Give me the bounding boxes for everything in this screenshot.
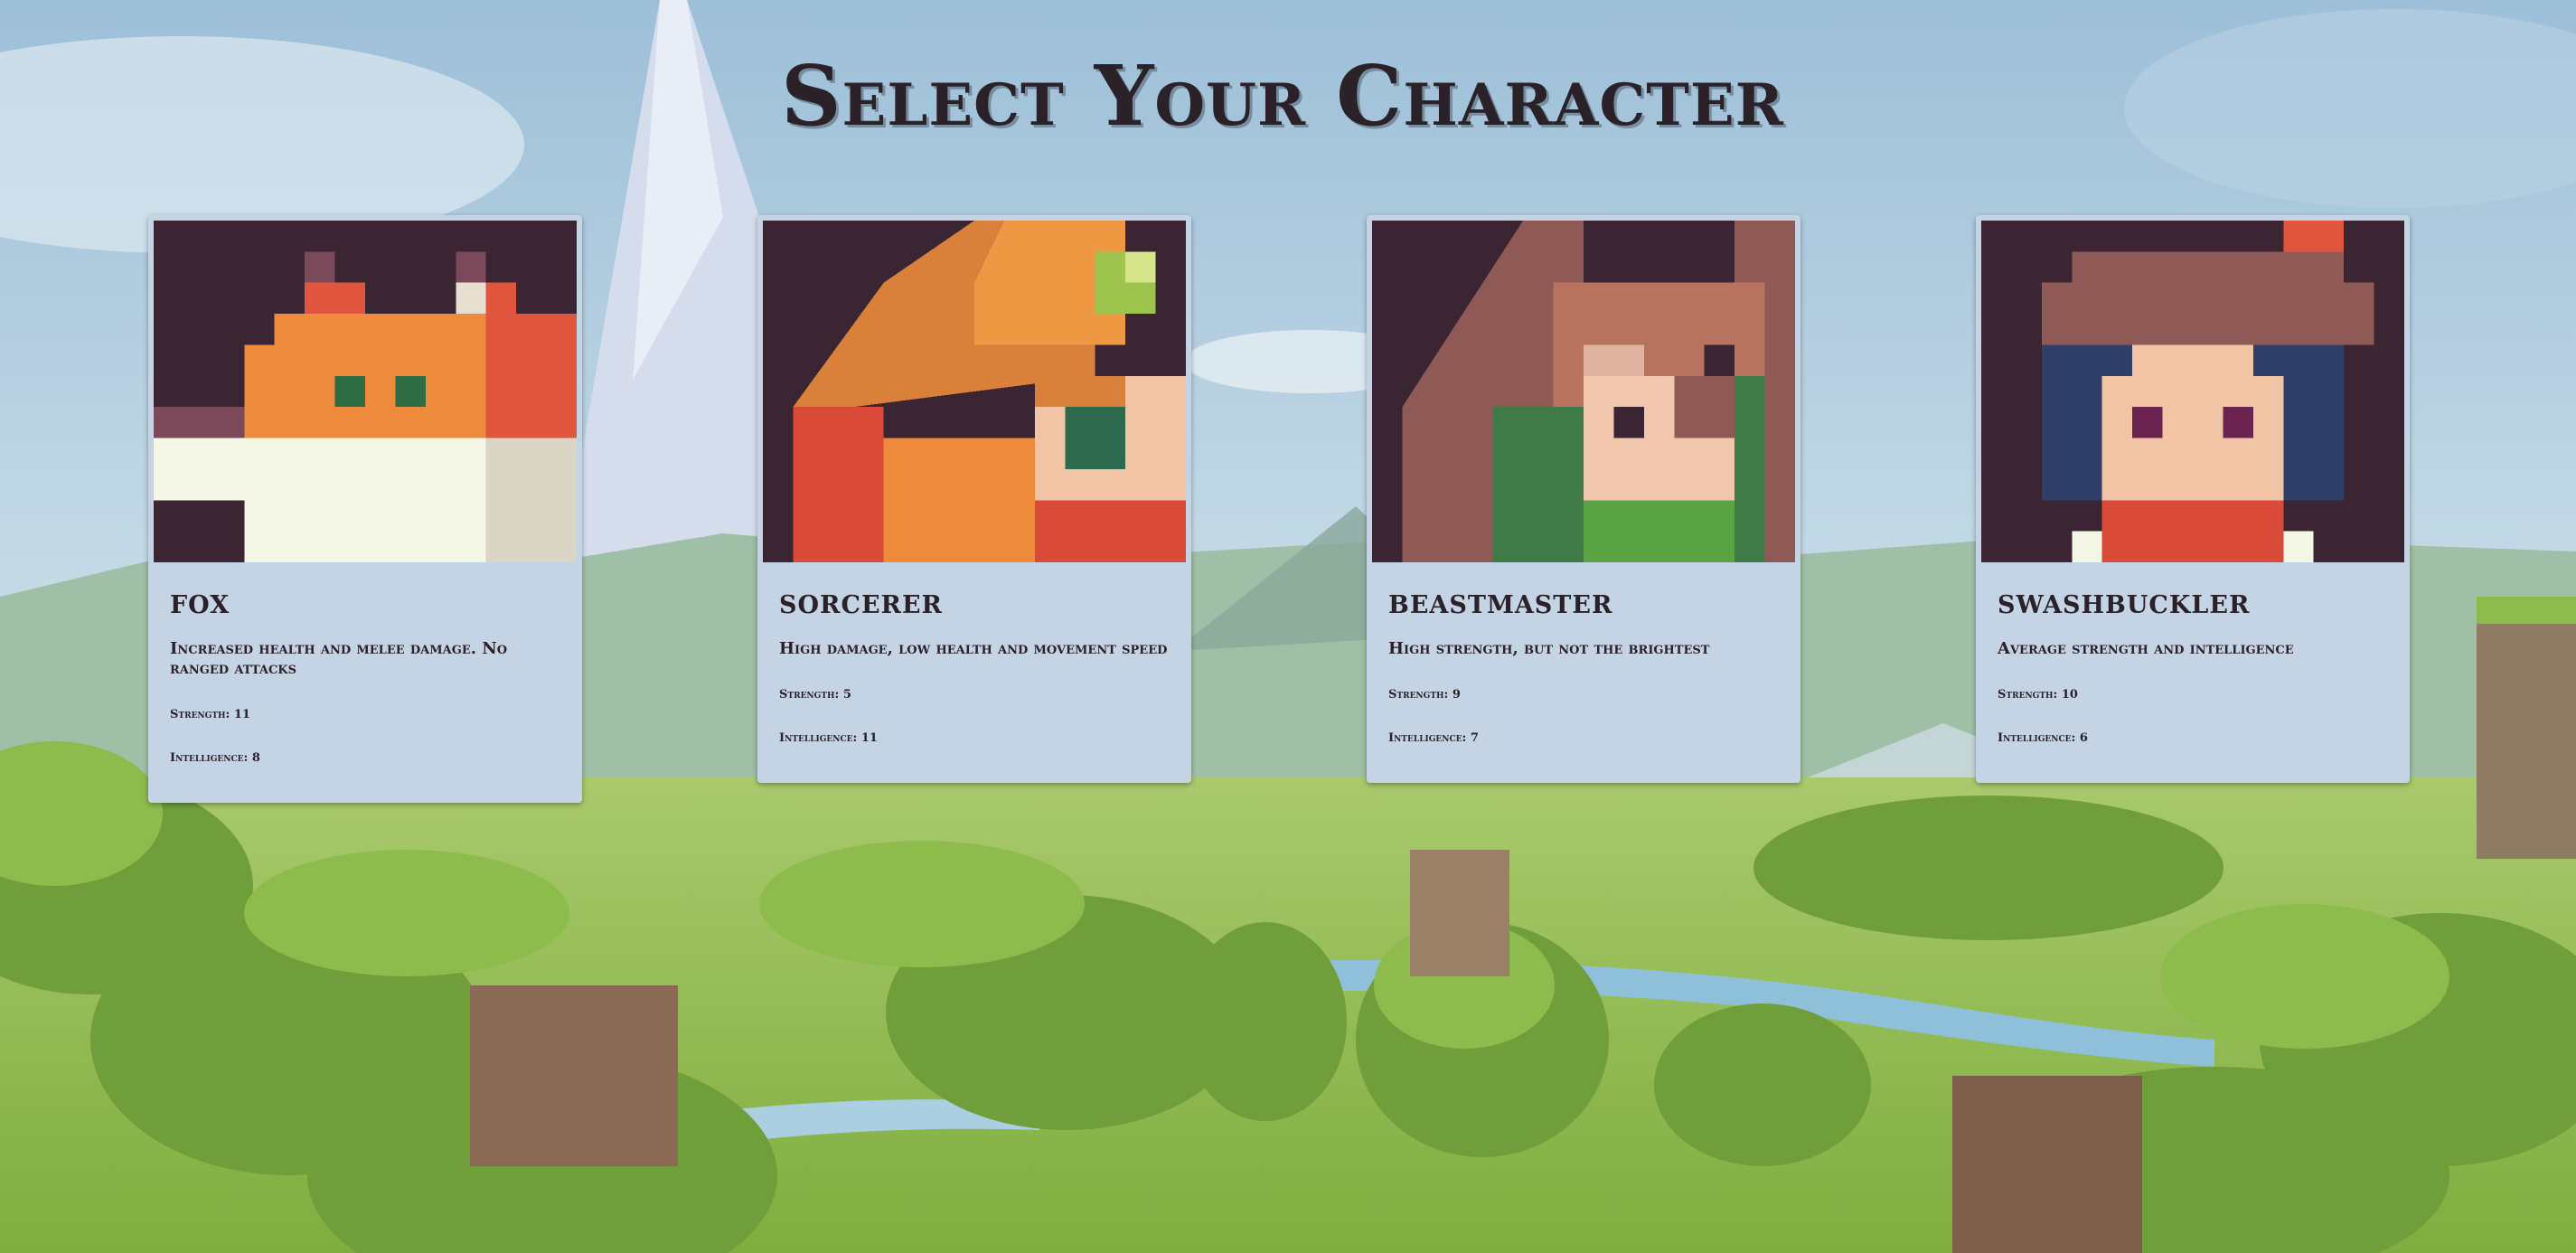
fox-portrait xyxy=(154,221,577,562)
sorcerer-portrait xyxy=(763,221,1186,562)
character-card-fox[interactable]: FOX Increased health and melee damage. N… xyxy=(148,215,582,803)
character-card-sorcerer[interactable]: SORCERER High damage, low health and mov… xyxy=(757,215,1191,783)
strength-stat: Strength: 9 xyxy=(1388,688,1461,702)
page-title: Select Your Character xyxy=(781,47,1784,145)
intelligence-stat: Intelligence: 11 xyxy=(779,731,878,745)
character-name: FOX xyxy=(170,591,230,619)
swashbuckler-portrait xyxy=(1981,221,2404,562)
intelligence-stat: Intelligence: 8 xyxy=(170,751,260,765)
strength-stat: Strength: 11 xyxy=(170,708,250,721)
character-card-beastmaster[interactable]: BEASTMASTER High strength, but not the b… xyxy=(1367,215,1800,783)
character-description: High strength, but not the brightest xyxy=(1388,639,1710,658)
character-name: SORCERER xyxy=(779,591,943,619)
intelligence-stat: Intelligence: 6 xyxy=(1998,731,2088,745)
character-description: High damage, low health and movement spe… xyxy=(779,639,1168,658)
strength-stat: Strength: 10 xyxy=(1998,688,2078,702)
strength-stat: Strength: 5 xyxy=(779,688,851,702)
character-name: SWASHBUCKLER xyxy=(1998,591,2251,619)
character-card-swashbuckler[interactable]: SWASHBUCKLER Average strength and intell… xyxy=(1976,215,2410,783)
intelligence-stat: Intelligence: 7 xyxy=(1388,731,1479,745)
character-name: BEASTMASTER xyxy=(1388,591,1613,619)
character-description: Average strength and intelligence xyxy=(1998,639,2294,658)
character-description: Increased health and melee damage. No ra… xyxy=(170,639,508,678)
beastmaster-portrait xyxy=(1372,221,1795,562)
